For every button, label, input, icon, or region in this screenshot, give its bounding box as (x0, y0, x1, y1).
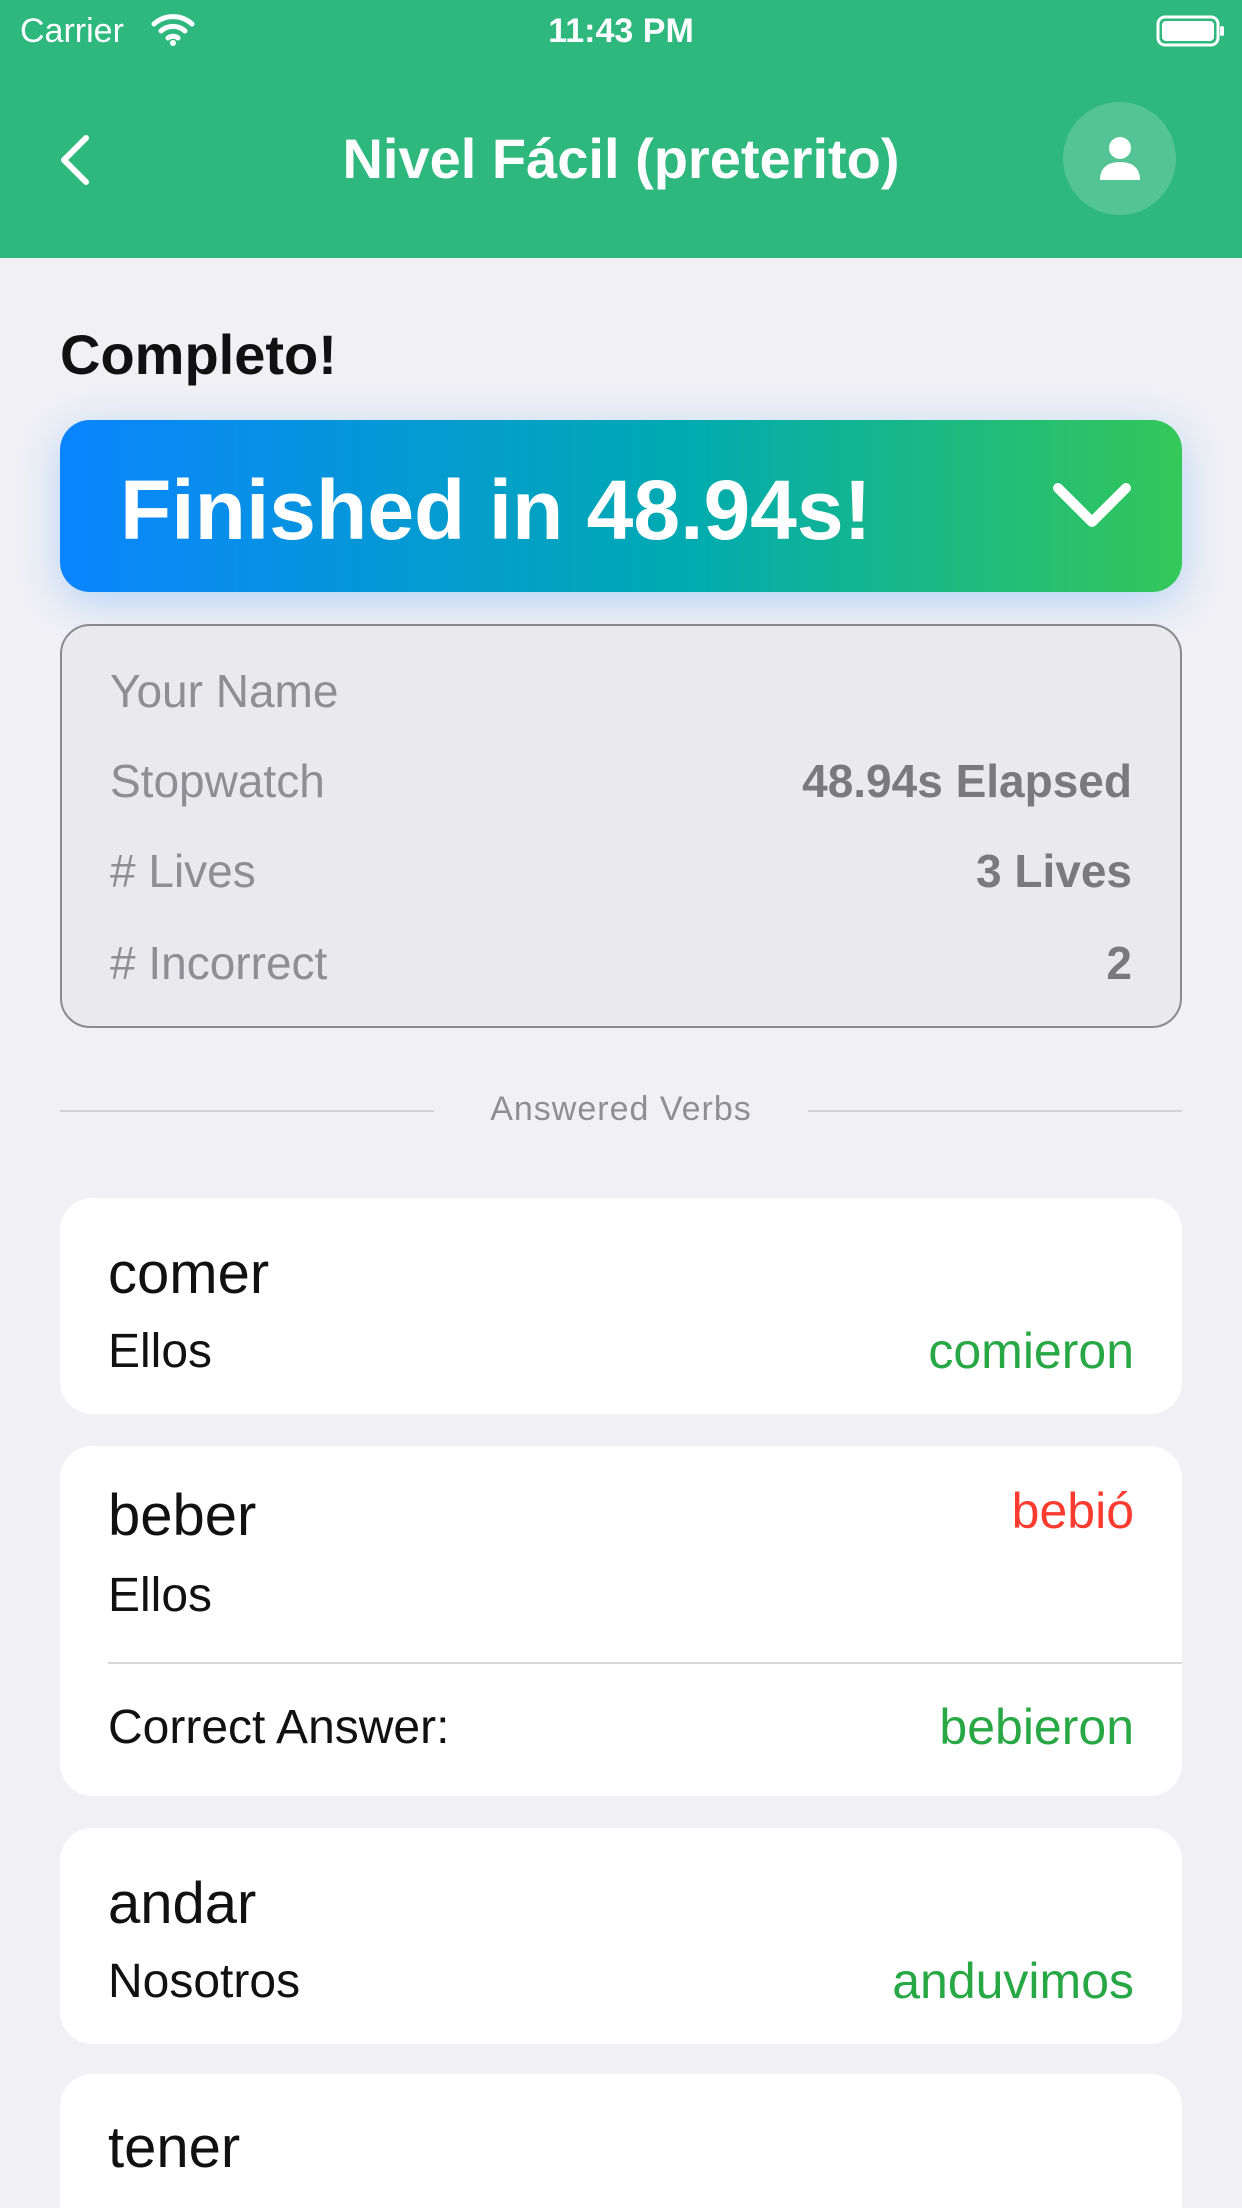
verb-subject: Ellos (108, 1325, 213, 1378)
verb-infinitive: andar (108, 1871, 257, 1936)
verb-answer-incorrect: bebió (1011, 1483, 1134, 1539)
correct-answer-label: Correct Answer: (108, 1701, 450, 1754)
person-icon (1099, 136, 1140, 180)
lives-label: # Lives (110, 845, 256, 897)
status-time: 11:43 PM (548, 12, 694, 50)
verb-infinitive: comer (108, 1241, 270, 1306)
profile-button[interactable] (1063, 102, 1176, 215)
stopwatch-value: 48.94s Elapsed (802, 755, 1132, 807)
verb-infinitive: beber (108, 1483, 257, 1548)
incorrect-row: # Incorrect 2 (110, 936, 1132, 996)
verb-card[interactable]: tener (60, 2074, 1182, 2208)
page-title: Nivel Fácil (preterito) (342, 127, 900, 190)
card-separator (108, 1662, 1182, 1664)
verb-card[interactable]: comer Ellos comieron (60, 1198, 1182, 1414)
completion-heading: Completo! (60, 323, 337, 386)
battery-icon (1156, 15, 1224, 47)
verb-infinitive: tener (108, 2115, 241, 2180)
name-row[interactable]: Your Name (110, 664, 1132, 724)
chevron-down-icon[interactable] (1052, 476, 1132, 536)
nav-header: Carrier 11:43 PM Nivel Fácil (preterito) (0, 0, 1242, 258)
incorrect-value: 2 (1106, 937, 1132, 989)
divider-line-right (808, 1110, 1182, 1112)
finished-banner[interactable]: Finished in 48.94s! (60, 420, 1182, 592)
verb-answer-correct: anduvimos (892, 1953, 1134, 2009)
results-screen: Carrier 11:43 PM Nivel Fácil (preterito) (0, 0, 1242, 2208)
name-field[interactable]: Your Name (110, 664, 338, 718)
lives-value: 3 Lives (976, 845, 1132, 897)
stats-card: Your Name Stopwatch 48.94s Elapsed # Liv… (60, 624, 1182, 1028)
stopwatch-row: Stopwatch 48.94s Elapsed (110, 754, 1132, 814)
lives-row: # Lives 3 Lives (110, 844, 1132, 904)
incorrect-label: # Incorrect (110, 937, 328, 989)
status-bar: Carrier 11:43 PM (0, 0, 1242, 62)
verb-card[interactable]: beber bebió Ellos Correct Answer: bebier… (60, 1446, 1182, 1796)
verb-answer-correct: comieron (928, 1323, 1134, 1379)
chevron-left-icon (61, 135, 89, 185)
back-button[interactable] (44, 120, 104, 200)
verb-subject: Ellos (108, 1569, 213, 1622)
verb-subject: Nosotros (108, 1955, 301, 2008)
finished-time-text: Finished in 48.94s! (120, 463, 872, 557)
stopwatch-label: Stopwatch (110, 755, 325, 807)
answered-verbs-divider: Answered Verbs (60, 1088, 1182, 1132)
verb-card[interactable]: andar Nosotros anduvimos (60, 1828, 1182, 2044)
correct-answer-value: bebieron (939, 1699, 1134, 1755)
